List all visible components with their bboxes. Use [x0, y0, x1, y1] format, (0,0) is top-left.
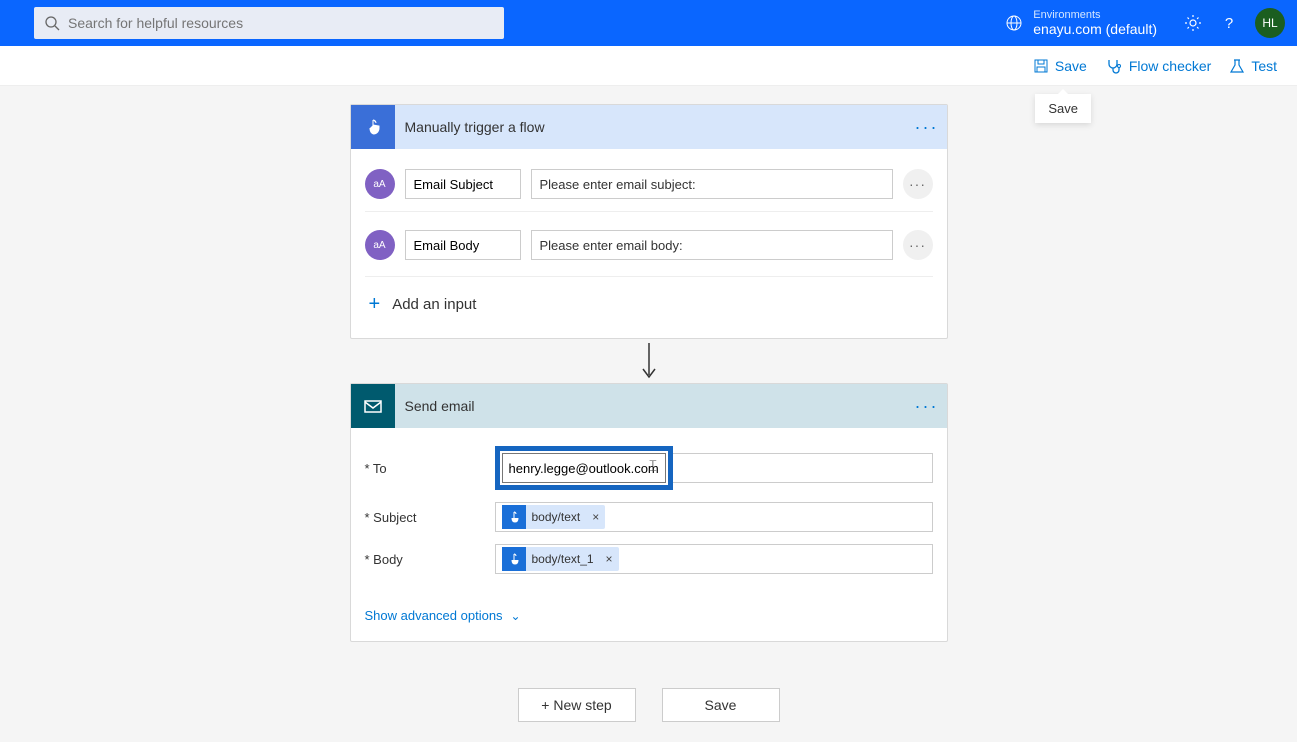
body-input[interactable]: body/text_1 × — [495, 544, 933, 574]
subject-token[interactable]: body/text × — [502, 505, 606, 529]
search-box[interactable] — [34, 7, 504, 39]
trigger-card: Manually trigger a flow ··· aA Email Sub… — [350, 104, 948, 339]
token-text: body/text_1 — [526, 552, 600, 566]
test-button[interactable]: Test — [1229, 58, 1277, 74]
settings-button[interactable] — [1175, 14, 1211, 32]
globe-icon — [1005, 14, 1023, 32]
action-menu[interactable]: ··· — [907, 396, 947, 417]
environments-label: Environments — [1033, 9, 1157, 21]
flask-icon — [1229, 58, 1245, 74]
token-icon — [502, 547, 526, 571]
to-input-extension[interactable] — [673, 453, 933, 483]
svg-text:?: ? — [1225, 15, 1233, 32]
subject-input[interactable]: body/text × — [495, 502, 933, 532]
body-token[interactable]: body/text_1 × — [502, 547, 619, 571]
text-type-badge: aA — [365, 230, 395, 260]
field-row-subject: * Subject body/text × — [365, 496, 933, 538]
trigger-icon — [351, 105, 395, 149]
bottom-buttons: + New step Save — [350, 688, 948, 722]
trigger-menu[interactable]: ··· — [907, 117, 947, 138]
text-type-badge: aA — [365, 169, 395, 199]
input-row-subject: aA Email Subject Please enter email subj… — [365, 161, 933, 207]
help-button[interactable]: ? — [1211, 14, 1247, 32]
gear-icon — [1184, 14, 1202, 32]
to-input[interactable]: henry.legge@outlook.com 𝙸 — [502, 453, 666, 483]
show-advanced-options[interactable]: Show advanced options ⌄ — [351, 592, 947, 641]
test-label: Test — [1251, 58, 1277, 74]
input-row-body: aA Email Body Please enter email body: ·… — [365, 211, 933, 268]
avatar[interactable]: HL — [1255, 8, 1285, 38]
input-menu-subject[interactable]: ··· — [903, 169, 933, 199]
token-remove[interactable]: × — [600, 552, 619, 566]
to-input-highlight: henry.legge@outlook.com 𝙸 — [495, 446, 673, 490]
trigger-header[interactable]: Manually trigger a flow ··· — [351, 105, 947, 149]
new-step-button[interactable]: + New step — [518, 688, 636, 722]
chevron-down-icon: ⌄ — [511, 609, 521, 623]
top-header: Environments enayu.com (default) ? HL — [0, 0, 1297, 46]
flow-canvas: Manually trigger a flow ··· aA Email Sub… — [0, 86, 1297, 742]
input-name-subject[interactable]: Email Subject — [405, 169, 521, 199]
subject-label: * Subject — [365, 510, 495, 525]
input-prompt-subject[interactable]: Please enter email subject: — [531, 169, 893, 199]
action-title: Send email — [395, 398, 907, 414]
token-remove[interactable]: × — [586, 510, 605, 524]
text-cursor-icon: 𝙸 — [647, 458, 658, 476]
action-bar: Save Flow checker Test Save — [0, 46, 1297, 86]
input-prompt-body[interactable]: Please enter email body: — [531, 230, 893, 260]
environment-picker[interactable]: Environments enayu.com (default) — [1005, 9, 1157, 37]
save-button[interactable]: Save — [1033, 58, 1087, 74]
plus-icon: + — [369, 293, 381, 316]
flow-checker-label: Flow checker — [1129, 58, 1211, 74]
to-label: * To — [365, 461, 495, 476]
action-header[interactable]: Send email ··· — [351, 384, 947, 428]
add-input-button[interactable]: + Add an input — [365, 276, 933, 326]
mail-icon — [362, 395, 384, 417]
advanced-label: Show advanced options — [365, 608, 503, 623]
input-name-body[interactable]: Email Body — [405, 230, 521, 260]
field-row-body: * Body body/text_1 × — [365, 538, 933, 580]
touch-icon — [362, 116, 384, 138]
search-icon — [44, 15, 60, 31]
help-icon: ? — [1220, 14, 1238, 32]
save-tooltip: Save — [1035, 94, 1091, 123]
to-value: henry.legge@outlook.com — [509, 461, 659, 476]
action-card: Send email ··· * To henry.legge@outlook.… — [350, 383, 948, 642]
field-row-to: * To henry.legge@outlook.com 𝙸 — [365, 440, 933, 496]
connector-arrow — [350, 339, 948, 383]
environment-name: enayu.com (default) — [1033, 21, 1157, 37]
body-label: * Body — [365, 552, 495, 567]
token-icon — [502, 505, 526, 529]
search-input[interactable] — [68, 15, 494, 31]
flow-checker-button[interactable]: Flow checker — [1105, 57, 1211, 75]
add-input-label: Add an input — [392, 296, 476, 313]
save-icon — [1033, 58, 1049, 74]
save-label: Save — [1055, 58, 1087, 74]
input-menu-body[interactable]: ··· — [903, 230, 933, 260]
token-text: body/text — [526, 510, 587, 524]
arrow-down-icon — [639, 341, 659, 381]
trigger-title: Manually trigger a flow — [395, 119, 907, 135]
stethoscope-icon — [1105, 57, 1123, 75]
action-icon — [351, 384, 395, 428]
save-flow-button[interactable]: Save — [662, 688, 780, 722]
